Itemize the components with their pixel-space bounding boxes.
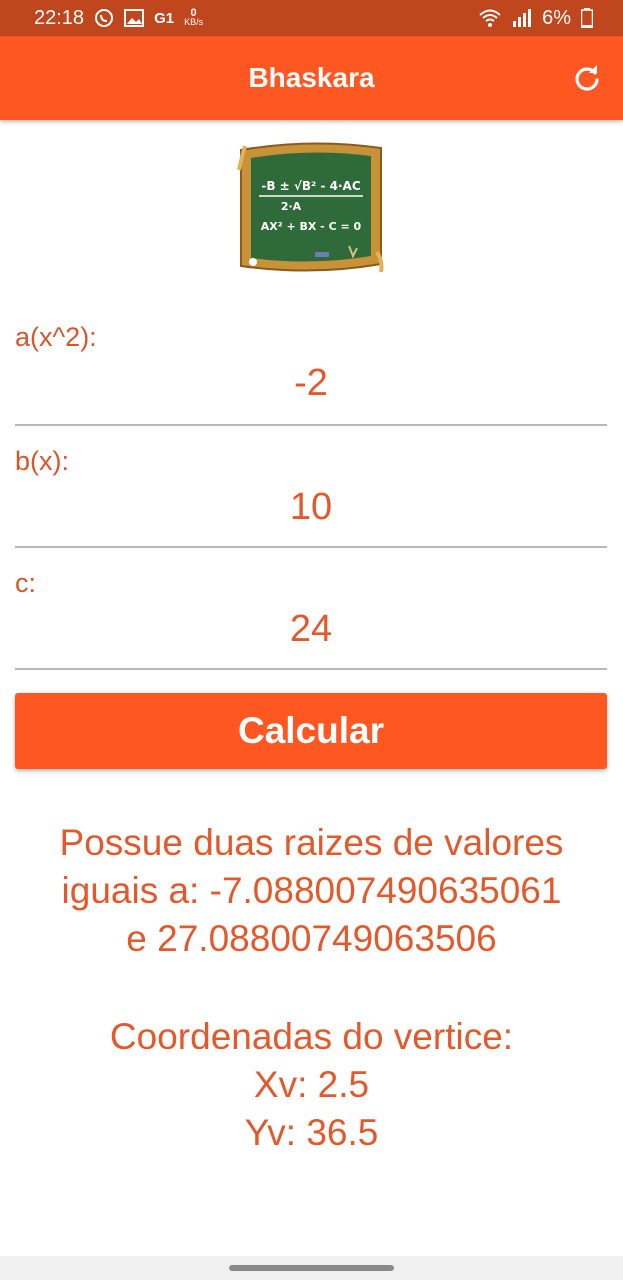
refresh-icon	[575, 65, 599, 91]
network-speed: 0 KB/s	[184, 8, 204, 27]
vertex-xv: Xv: 2.5	[253, 1064, 370, 1105]
whatsapp-icon	[94, 8, 114, 28]
field-a[interactable]: a(x^2): -2	[15, 322, 607, 426]
field-c-label: c:	[15, 568, 37, 598]
status-time: 22:18	[34, 6, 85, 29]
refresh-button[interactable]	[571, 62, 603, 94]
formula-chalkboard-logo: -B ± √B² - 4·AC 2·A AX² + BX - C = 0	[237, 142, 384, 273]
g1-icon: G1	[154, 9, 175, 27]
logo-formula-line2: 2·A	[281, 200, 302, 213]
field-c[interactable]: c: 24	[15, 568, 607, 670]
roots-line-2: iguais a: -7.088007490635061	[61, 870, 562, 911]
logo-formula-line3: AX² + BX - C = 0	[261, 220, 362, 233]
signal-icon	[512, 9, 532, 27]
app-bar: Bhaskara	[0, 36, 623, 120]
logo-formula-line1: -B ± √B² - 4·AC	[261, 179, 360, 193]
battery-percent: 6%	[542, 6, 571, 29]
home-gesture-handle[interactable]	[229, 1265, 394, 1271]
field-b-input[interactable]: 10	[15, 486, 607, 529]
app-title: Bhaskara	[248, 62, 375, 93]
network-speed-unit: KB/s	[184, 17, 204, 27]
roots-line-3: e 27.08800749063506	[126, 918, 497, 959]
vertex-yv: Yv: 36.5	[244, 1112, 379, 1153]
vertex-result: Coordenadas do vertice: Xv: 2.5 Yv: 36.5	[10, 1013, 613, 1157]
battery-icon	[581, 8, 593, 28]
field-b-label: b(x):	[15, 446, 69, 476]
field-a-label: a(x^2):	[15, 322, 97, 352]
field-a-input[interactable]: -2	[15, 362, 607, 405]
calculate-button[interactable]: Calcular	[15, 693, 607, 769]
roots-result: Possue duas raizes de valores iguais a: …	[10, 819, 613, 963]
navigation-bar	[0, 1256, 623, 1280]
field-b[interactable]: b(x): 10	[15, 446, 607, 548]
vertex-title: Coordenadas do vertice:	[109, 1016, 514, 1057]
wifi-icon	[478, 8, 502, 28]
field-c-input[interactable]: 24	[15, 608, 607, 651]
status-bar: 22:18 G1 0 KB/s 6%	[0, 0, 623, 36]
roots-line-1: Possue duas raizes de valores	[59, 822, 564, 863]
status-left: 22:18 G1 0 KB/s	[34, 7, 203, 30]
status-right: 6%	[478, 7, 593, 30]
gallery-icon	[124, 9, 145, 27]
